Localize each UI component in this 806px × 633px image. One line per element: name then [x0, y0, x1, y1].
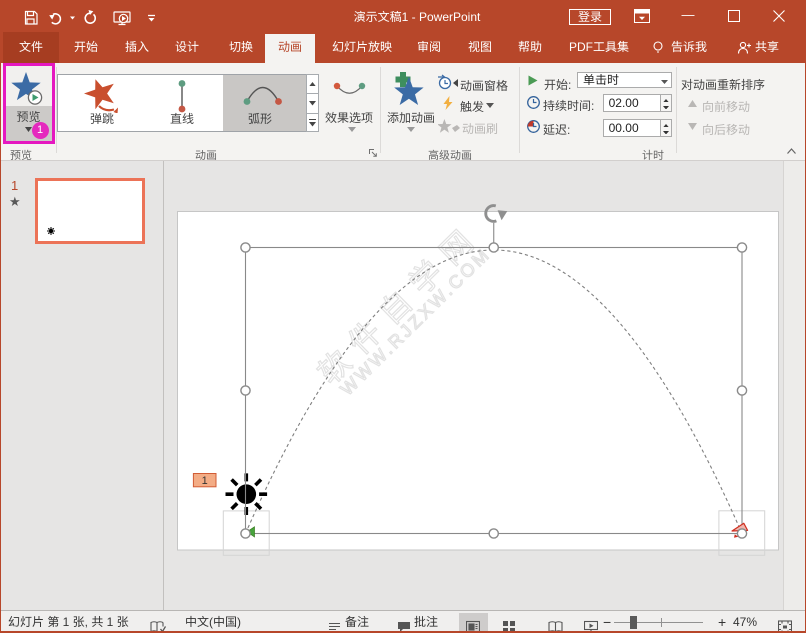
svg-text:1: 1 — [202, 475, 208, 487]
